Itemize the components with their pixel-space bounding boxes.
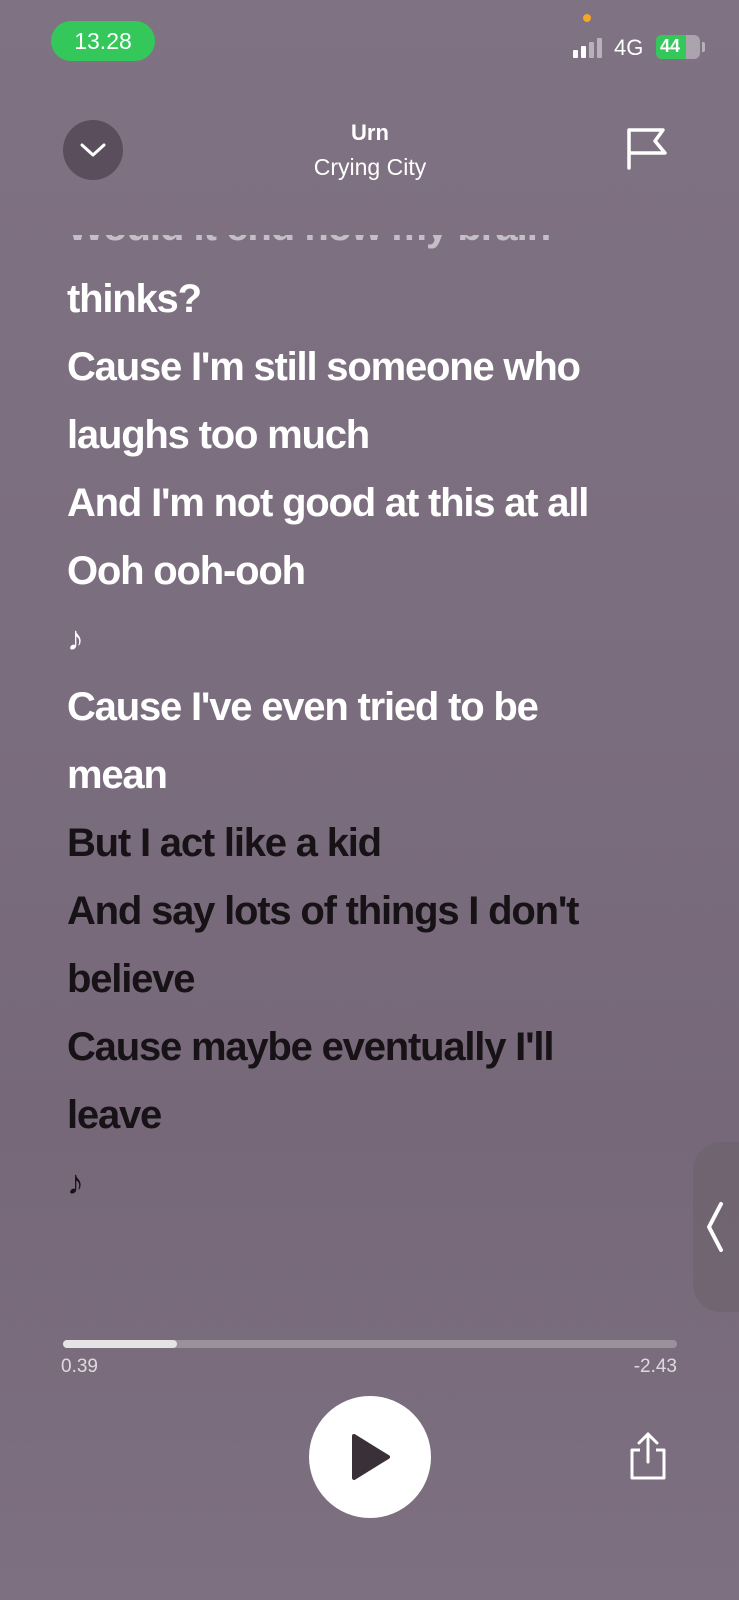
play-button[interactable]	[309, 1396, 431, 1518]
lyric-line[interactable]: Cause I'm still someone who	[67, 333, 707, 401]
collapse-player-button[interactable]	[63, 120, 123, 180]
lyric-line[interactable]: mean	[67, 741, 707, 809]
privacy-indicator-dot	[583, 14, 591, 22]
progress-fill	[63, 1340, 177, 1348]
battery-icon: 44	[656, 35, 700, 59]
play-icon	[352, 1434, 390, 1480]
chevron-left-icon	[707, 1202, 723, 1252]
lyric-line[interactable]: Cause I've even tried to be	[67, 673, 707, 741]
battery-tip	[702, 42, 705, 52]
lyrics-panel[interactable]: Would it end how my brain thinks? Cause …	[0, 235, 739, 1255]
lyric-line[interactable]: And say lots of things I don't	[67, 877, 707, 945]
lyric-line[interactable]: thinks?	[67, 265, 707, 333]
music-note-icon: ♪	[67, 620, 84, 658]
lyric-line[interactable]: Cause maybe eventually I'll	[67, 1013, 707, 1081]
lyric-line[interactable]: believe	[67, 945, 707, 1013]
lyrics-list: thinks? Cause I'm still someone who laug…	[67, 265, 707, 1217]
elapsed-time: 0.39	[61, 1356, 98, 1377]
lyric-line[interactable]: laughs too much	[67, 401, 707, 469]
lyric-line-faded: Would it end how my brain	[67, 235, 551, 250]
battery-level: 44	[660, 36, 681, 56]
signal-strength-icon	[573, 36, 602, 58]
lyric-line[interactable]: Ooh ooh-ooh	[67, 537, 707, 605]
remaining-time: -2.43	[633, 1356, 677, 1377]
music-note-icon: ♪	[67, 1164, 84, 1202]
song-title: Urn	[351, 120, 389, 145]
network-type: 4G	[614, 35, 644, 60]
song-artist[interactable]: Crying City	[220, 154, 520, 181]
share-button[interactable]	[626, 1430, 670, 1482]
chevron-down-icon	[80, 143, 106, 157]
lyric-line[interactable]: leave	[67, 1081, 707, 1149]
status-time: 13.28	[51, 21, 155, 61]
status-time-text: 13.28	[74, 27, 132, 54]
side-panel-handle[interactable]	[693, 1142, 739, 1312]
progress-bar[interactable]	[63, 1340, 677, 1348]
status-bar: 13.28 4G 44	[0, 0, 739, 90]
flag-icon	[627, 128, 667, 170]
report-lyrics-button[interactable]	[623, 124, 671, 172]
share-icon	[630, 1432, 666, 1480]
lyric-line[interactable]: And I'm not good at this at all	[67, 469, 707, 537]
lyric-line[interactable]: But I act like a kid	[67, 809, 707, 877]
